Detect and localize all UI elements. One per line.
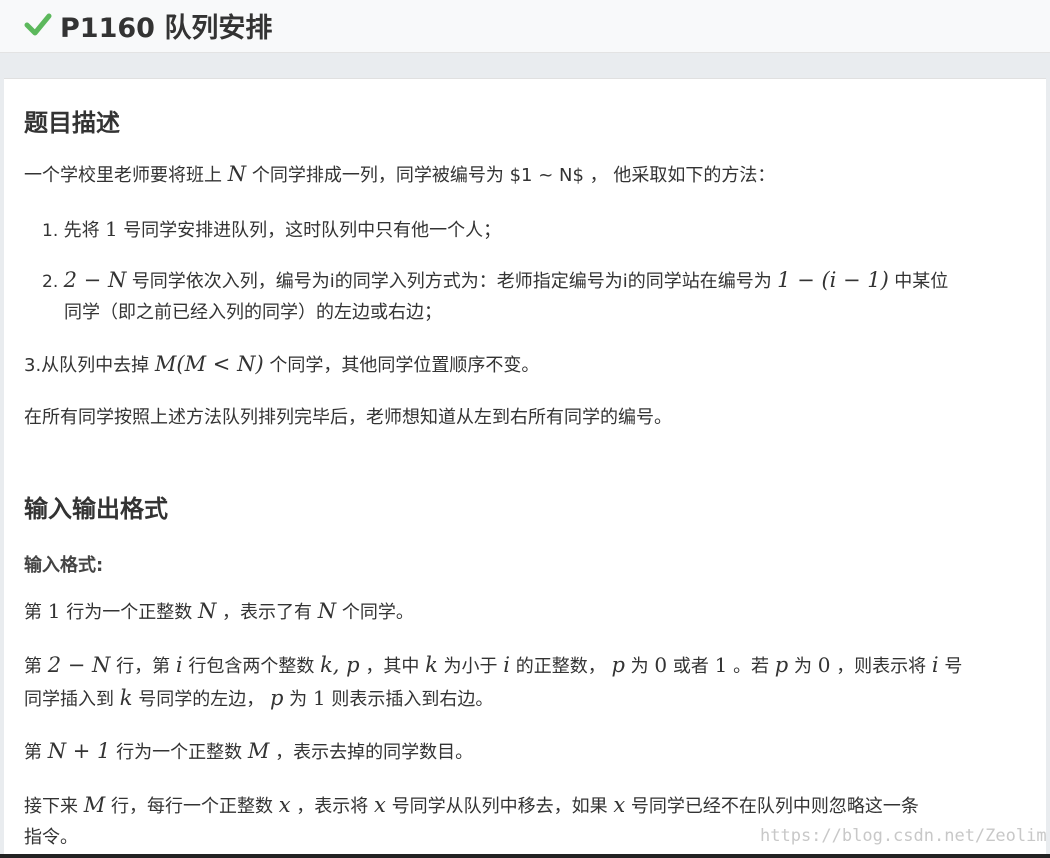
list-item-1: 1. 先将 1 号同学安排进队列，这时队列中只有他一个人； [42,217,502,241]
description-paragraph-3: 3.从队列中去掉 M(M < N) 个同学，其他同学位置顺序不变。 [24,352,540,376]
section-title-io-format: 输入输出格式 [24,495,168,523]
input-line-1: 第 1 行为一个正整数 N ，表示了有 N 个同学。 [24,599,414,623]
list-item-2-continued: 同学（即之前已经入列的同学）的左边或右边； [64,302,442,323]
watermark-text: https://blog.csdn.net/Zeolim [760,826,1047,846]
input-line-4-continued: 指令。 [24,827,78,848]
input-line-4: 接下来 M 行，每行一个正整数 x ，表示将 x 号同学从队列中移去，如果 x … [24,793,919,817]
input-line-2-continued: 同学插入到 k 号同学的左边， p 为 1 则表示插入到右边。 [24,686,494,710]
description-paragraph-1: 一个学校里老师要将班上 N 个同学排成一列，同学被编号为 $1 ~ N$ ， 他… [24,162,776,186]
bottom-edge [0,854,1050,858]
description-paragraph-4: 在所有同学按照上述方法队列排列完毕后，老师想知道从左到右所有同学的编号。 [24,407,672,428]
problem-header: P1160 队列安排 [0,0,1050,53]
section-title-description: 题目描述 [24,109,120,137]
problem-title: P1160 队列安排 [60,13,273,44]
input-line-2: 第 2 − N 行，第 i 行包含两个整数 k, p ，其中 k 为小于 i 的… [24,653,963,677]
check-icon [24,13,52,36]
list-item-2: 2. 2 − N 号同学依次入列，编号为i的同学入列方式为：老师指定编号为i的同… [42,268,949,292]
problem-card: 题目描述 一个学校里老师要将班上 N 个同学排成一列，同学被编号为 $1 ~ N… [4,78,1046,855]
input-line-3: 第 N + 1 行为一个正整数 M ，表示去掉的同学数目。 [24,739,474,763]
input-format-label: 输入格式: [24,555,104,576]
